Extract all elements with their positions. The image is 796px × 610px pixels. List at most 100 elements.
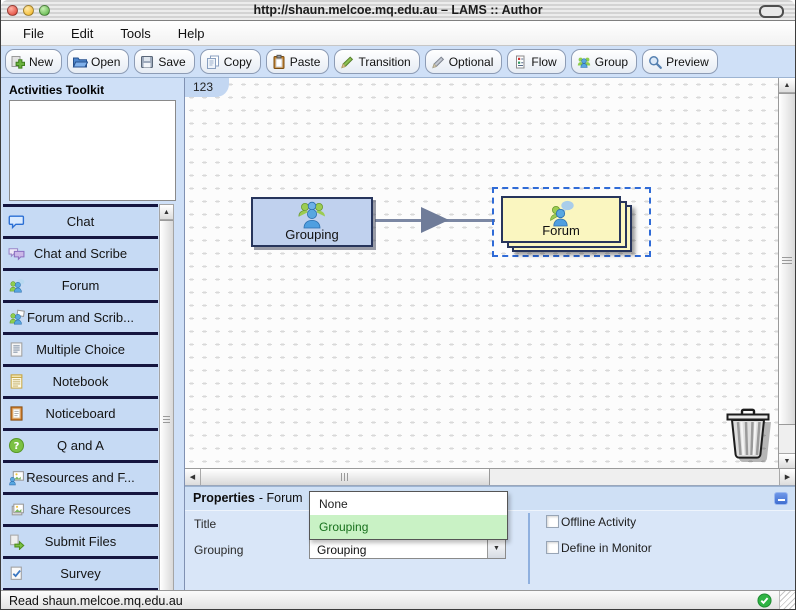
sidebar-item-forum-and-scribe[interactable]: Forum and Scrib...: [3, 303, 158, 335]
menubar: File Edit Tools Help: [1, 21, 795, 46]
zoom-window-button[interactable]: [39, 5, 50, 16]
close-window-button[interactable]: [7, 5, 18, 16]
sidebar-item-multiple-choice[interactable]: Multiple Choice: [3, 335, 158, 367]
flow-icon: [512, 54, 528, 70]
sidebar-item-q-and-a[interactable]: ? Q and A: [3, 431, 158, 463]
scroll-down-button[interactable]: ▼: [779, 453, 795, 468]
preview-button[interactable]: Preview: [642, 49, 718, 74]
submit-files-icon: [8, 533, 25, 550]
scrollbar-thumb[interactable]: [160, 220, 173, 610]
toolbar-toggle-button[interactable]: [759, 5, 784, 18]
menu-edit[interactable]: Edit: [71, 26, 93, 41]
group-icon: [576, 54, 592, 70]
define-in-monitor-row: Define in Monitor: [546, 541, 652, 555]
activity-grouping[interactable]: Grouping: [251, 197, 373, 247]
toolbar: New Open Save Copy Paste Transition Opti…: [1, 46, 795, 78]
panel-divider: [528, 513, 530, 584]
sequence-tab[interactable]: 123: [185, 78, 229, 97]
grouping-activity-icon: [295, 200, 329, 233]
status-text: Read shaun.melcoe.mq.edu.au: [9, 594, 183, 608]
multiple-choice-icon: [8, 341, 25, 358]
activity-list-scrollbar[interactable]: ▲ ▼: [159, 204, 174, 610]
grouping-dropdown[interactable]: Grouping ▼: [309, 539, 506, 559]
forum-icon: [8, 277, 25, 294]
grouping-field-label: Grouping: [194, 543, 243, 557]
chevron-down-icon: ▼: [493, 545, 500, 552]
menu-tools[interactable]: Tools: [120, 26, 150, 41]
svg-text:?: ?: [14, 441, 20, 452]
statusbar: Read shaun.melcoe.mq.edu.au: [1, 590, 795, 610]
minimize-window-button[interactable]: [23, 5, 34, 16]
define-in-monitor-checkbox[interactable]: [546, 541, 559, 554]
window-title: http://shaun.melcoe.mq.edu.au – LAMS :: …: [1, 3, 795, 17]
scrollbar-thumb[interactable]: [779, 93, 795, 425]
sidebar-item-noticeboard[interactable]: Noticeboard: [3, 399, 158, 431]
menu-file[interactable]: File: [23, 26, 44, 41]
activities-toolkit-title: Activities Toolkit: [1, 78, 184, 100]
check-circle-icon: [757, 593, 772, 608]
sidebar-item-survey[interactable]: Survey: [3, 559, 158, 591]
scroll-up-button[interactable]: ▲: [779, 78, 795, 93]
transition-pencil-icon: [339, 54, 355, 70]
scroll-up-button[interactable]: ▲: [160, 205, 173, 220]
title-field-label: Title: [194, 517, 216, 531]
chat-and-scribe-icon: [8, 245, 25, 262]
scrollbar-grip: [163, 414, 170, 423]
open-icon: [72, 54, 88, 70]
new-icon: [10, 54, 26, 70]
sidebar-item-chat[interactable]: Chat: [3, 207, 158, 239]
survey-icon: [8, 565, 25, 582]
transition-button[interactable]: Transition: [334, 49, 419, 74]
optional-pencil-icon: [430, 54, 446, 70]
notebook-icon: [8, 373, 25, 390]
open-button[interactable]: Open: [67, 49, 129, 74]
forum-activity-icon: [545, 199, 577, 230]
canvas-horizontal-scrollbar[interactable]: ◀ ▶: [185, 468, 795, 486]
authoring-canvas[interactable]: 123 Grouping: [185, 78, 778, 468]
titlebar[interactable]: http://shaun.melcoe.mq.edu.au – LAMS :: …: [1, 0, 795, 21]
trash-icon[interactable]: [721, 404, 777, 466]
minimize-dash-icon: [778, 499, 785, 501]
activity-forum[interactable]: Forum: [501, 196, 621, 243]
dropdown-option-none[interactable]: None: [310, 492, 507, 515]
scrollbar-grip: [782, 255, 792, 264]
sidebar-item-share-resources[interactable]: Share Resources: [3, 495, 158, 527]
q-and-a-icon: ?: [8, 437, 25, 454]
flow-button[interactable]: Flow: [507, 49, 565, 74]
sidebar-item-notebook[interactable]: Notebook: [3, 367, 158, 399]
resources-and-forum-icon: [8, 469, 25, 486]
collapse-panel-button[interactable]: [774, 492, 788, 505]
save-icon: [139, 54, 155, 70]
activity-description-box: [9, 100, 176, 201]
scroll-left-button[interactable]: ◀: [185, 469, 201, 485]
menu-help[interactable]: Help: [178, 26, 205, 41]
scroll-right-button[interactable]: ▶: [779, 469, 795, 485]
sidebar-item-resources-and-forum[interactable]: Resources and F...: [3, 463, 158, 495]
activity-list: Chat Chat and Scribe Forum Forum and Scr…: [3, 204, 158, 591]
dropdown-option-grouping[interactable]: Grouping: [310, 515, 507, 539]
new-button[interactable]: New: [5, 49, 62, 74]
optional-button[interactable]: Optional: [425, 49, 503, 74]
offline-activity-label: Offline Activity: [561, 515, 636, 529]
canvas-vertical-scrollbar[interactable]: ▲ ▼: [778, 78, 795, 468]
paste-button[interactable]: Paste: [266, 49, 330, 74]
sidebar-item-chat-and-scribe[interactable]: Chat and Scribe: [3, 239, 158, 271]
sidebar-item-submit-files[interactable]: Submit Files: [3, 527, 158, 559]
chat-icon: [8, 213, 25, 230]
properties-subject: - Forum: [259, 491, 303, 505]
copy-button[interactable]: Copy: [200, 49, 261, 74]
scrollbar-thumb[interactable]: [201, 469, 490, 485]
transition-arrowhead-icon[interactable]: [421, 207, 449, 233]
sidebar-item-forum[interactable]: Forum: [3, 271, 158, 303]
properties-panel: Properties - Forum Title Grouping Groupi…: [185, 486, 795, 590]
share-resources-icon: [8, 501, 25, 518]
offline-activity-row: Offline Activity: [546, 515, 636, 529]
resize-grip[interactable]: [779, 591, 795, 610]
offline-activity-checkbox[interactable]: [546, 515, 559, 528]
define-in-monitor-label: Define in Monitor: [561, 541, 652, 555]
dropdown-arrow-button[interactable]: ▼: [487, 540, 505, 558]
grouping-dropdown-value: Grouping: [310, 540, 487, 558]
save-button[interactable]: Save: [134, 49, 194, 74]
paste-icon: [271, 54, 287, 70]
group-button[interactable]: Group: [571, 49, 637, 74]
